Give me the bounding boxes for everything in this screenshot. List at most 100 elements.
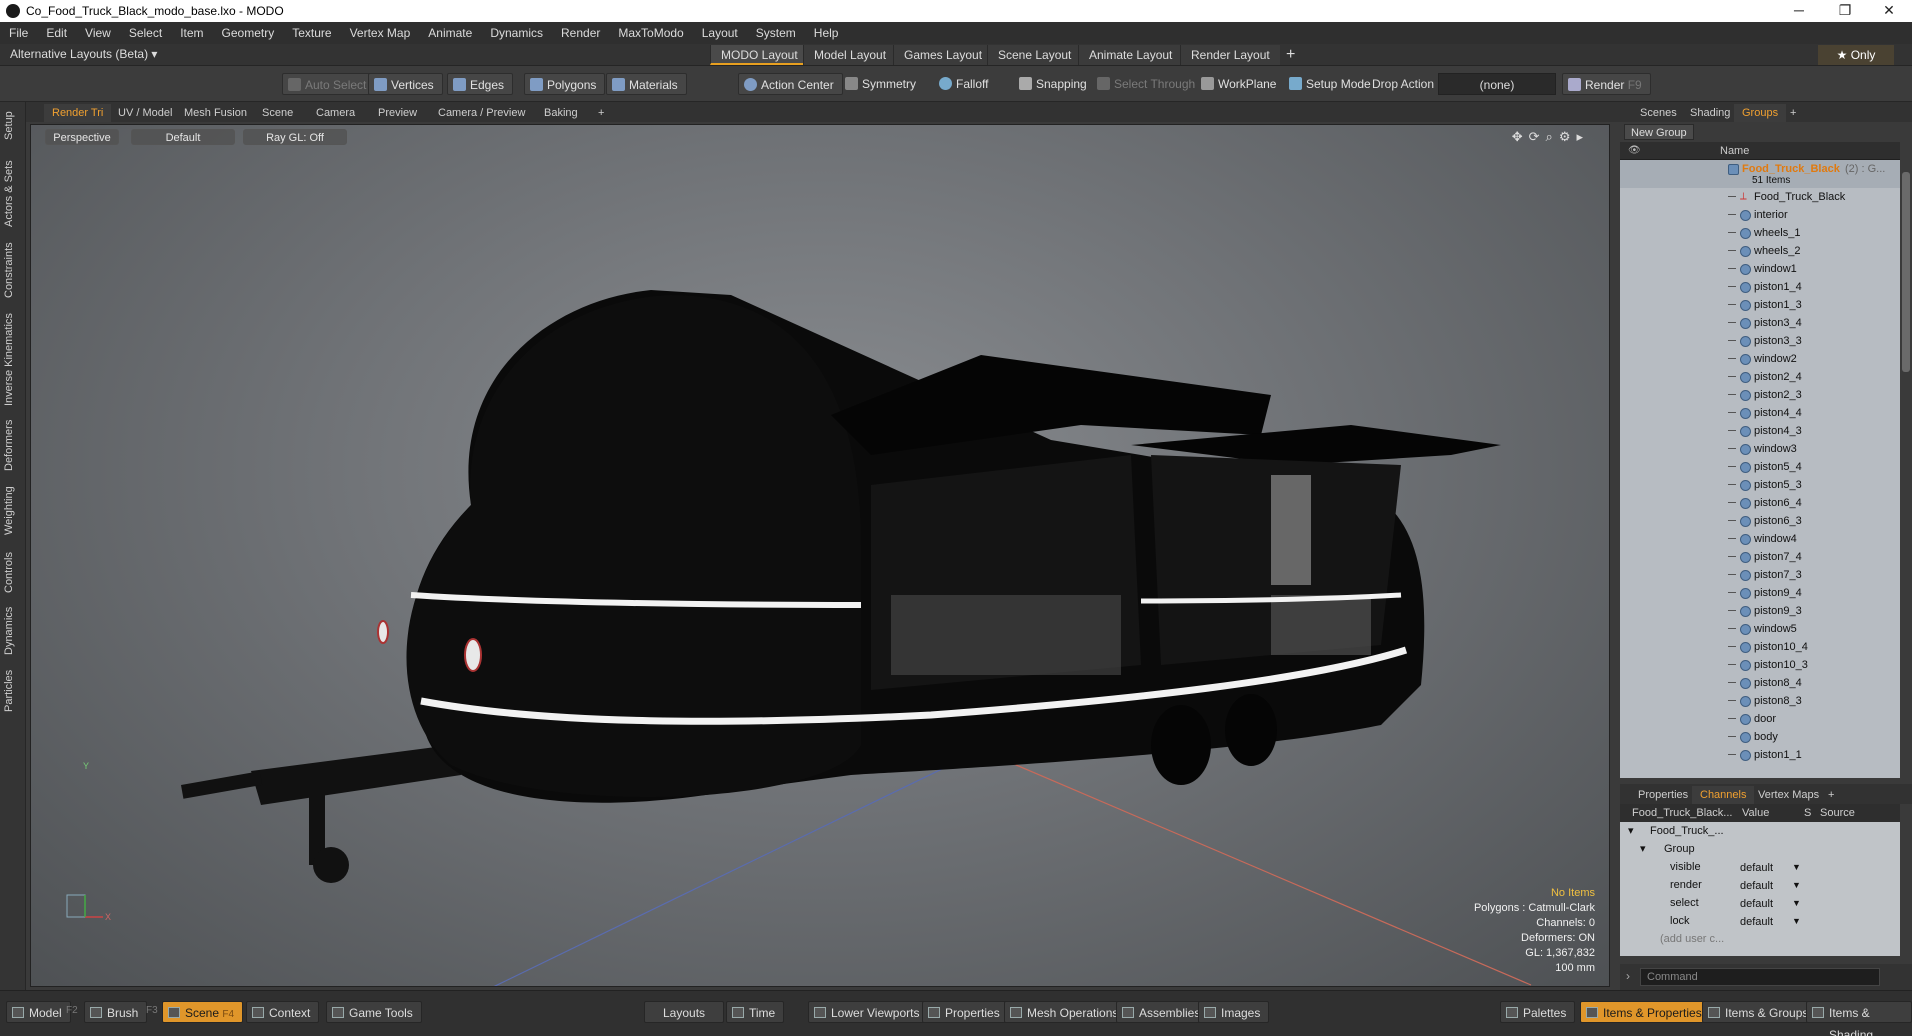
tab-controls[interactable]: Controls	[3, 548, 23, 598]
group-item-row[interactable]: piston1_1	[1620, 746, 1900, 764]
edges-button[interactable]: Edges	[447, 73, 514, 95]
group-item-row[interactable]: piston3_4	[1620, 314, 1900, 332]
add-user-channel-row[interactable]: (add user c...	[1620, 930, 1900, 948]
scene-button[interactable]: Scene F4	[162, 1001, 244, 1023]
game-tools-button[interactable]: Game Tools	[326, 1001, 422, 1023]
group-item-row[interactable]: window5	[1620, 620, 1900, 638]
menu-item[interactable]: Item	[171, 22, 212, 44]
group-item-row[interactable]: body	[1620, 728, 1900, 746]
menu-maxtomodo[interactable]: MaxToModo	[609, 22, 692, 44]
group-item-row[interactable]: piston6_4	[1620, 494, 1900, 512]
group-item-row[interactable]: interior	[1620, 206, 1900, 224]
properties-button[interactable]: Properties	[922, 1001, 1009, 1023]
groups-scroll-thumb[interactable]	[1902, 172, 1910, 372]
alternative-layouts-dropdown[interactable]: Alternative Layouts (Beta) ▾	[10, 47, 157, 61]
dropdown-arrow-icon[interactable]: ▼	[1792, 876, 1801, 894]
menu-view[interactable]: View	[76, 22, 120, 44]
tab-mesh-fusion[interactable]: Mesh Fusion	[176, 104, 255, 122]
model-button[interactable]: Model	[6, 1001, 71, 1023]
add-viewport-tab-button[interactable]: +	[590, 104, 612, 122]
dropdown-arrow-icon[interactable]: ▼	[1792, 858, 1801, 876]
channel-row[interactable]: render default ▼	[1620, 876, 1900, 894]
group-item-row[interactable]: piston4_4	[1620, 404, 1900, 422]
group-item-row[interactable]: window2	[1620, 350, 1900, 368]
materials-button[interactable]: Materials	[606, 73, 687, 95]
auto-select-button[interactable]: Auto Select	[282, 73, 376, 95]
symmetry-button[interactable]: Symmetry	[840, 73, 924, 95]
drop-action-select[interactable]: (none)	[1438, 73, 1556, 95]
group-item-row[interactable]: piston7_3	[1620, 566, 1900, 584]
menu-render[interactable]: Render	[552, 22, 609, 44]
mesh-operations-button[interactable]: Mesh Operations	[1004, 1001, 1128, 1023]
group-item-row[interactable]: piston2_3	[1620, 386, 1900, 404]
menu-vertex-map[interactable]: Vertex Map	[341, 22, 420, 44]
tab-scene[interactable]: Scene	[254, 104, 301, 122]
command-input[interactable]: Command	[1640, 968, 1880, 986]
tab-animate-layout[interactable]: Animate Layout	[1078, 45, 1183, 65]
group-item-row[interactable]: piston5_3	[1620, 476, 1900, 494]
menu-animate[interactable]: Animate	[419, 22, 481, 44]
tab-camera[interactable]: Camera	[308, 104, 363, 122]
tab-weighting[interactable]: Weighting	[3, 480, 23, 542]
close-button[interactable]: ✕	[1866, 0, 1912, 22]
tab-modo-layout[interactable]: MODO Layout	[710, 45, 808, 65]
items-properties-button[interactable]: Items & Properties	[1580, 1001, 1711, 1023]
group-item-row[interactable]: wheels_2	[1620, 242, 1900, 260]
minimize-button[interactable]: ─	[1776, 0, 1822, 22]
tab-dynamics[interactable]: Dynamics	[3, 602, 23, 660]
group-item-row[interactable]: window3	[1620, 440, 1900, 458]
group-item-row[interactable]: piston8_4	[1620, 674, 1900, 692]
tab-particles[interactable]: Particles	[3, 664, 23, 718]
action-center-button[interactable]: Action Center	[738, 73, 843, 95]
tab-constraints[interactable]: Constraints	[3, 238, 23, 302]
context-button[interactable]: Context	[246, 1001, 320, 1023]
tab-baking[interactable]: Baking	[536, 104, 586, 122]
group-item-row[interactable]: piston3_3	[1620, 332, 1900, 350]
group-item-row[interactable]: window1	[1620, 260, 1900, 278]
tab-uv-model[interactable]: UV / Model	[110, 104, 180, 122]
name-column-header[interactable]: Name	[1720, 145, 1749, 157]
tab-setup[interactable]: Setup	[3, 108, 23, 144]
menu-dynamics[interactable]: Dynamics	[481, 22, 552, 44]
channel-row[interactable]: lock default ▼	[1620, 912, 1900, 930]
tab-model-layout[interactable]: Model Layout	[803, 45, 897, 65]
tab-shading[interactable]: Shading	[1682, 104, 1738, 122]
palettes-button[interactable]: Palettes	[1500, 1001, 1576, 1023]
menu-edit[interactable]: Edit	[37, 22, 76, 44]
tab-vertex-maps[interactable]: Vertex Maps	[1750, 786, 1827, 804]
add-properties-tab-button[interactable]: +	[1820, 786, 1842, 804]
menu-help[interactable]: Help	[805, 22, 848, 44]
group-item-row[interactable]: ⟂ Food_Truck_Black	[1620, 188, 1900, 206]
select-through-button[interactable]: Select Through	[1092, 73, 1203, 95]
group-item-row[interactable]: piston10_4	[1620, 638, 1900, 656]
group-item-row[interactable]: door	[1620, 710, 1900, 728]
items-groups-button[interactable]: Items & Groups	[1702, 1001, 1818, 1023]
polygons-button[interactable]: Polygons	[524, 73, 606, 95]
snapping-button[interactable]: Snapping	[1014, 73, 1095, 95]
tab-inverse-kinematics[interactable]: Inverse Kinematics	[3, 310, 23, 410]
tab-camera-preview[interactable]: Camera / Preview	[430, 104, 533, 122]
time-button[interactable]: Time	[726, 1001, 785, 1023]
tab-render-layout[interactable]: Render Layout	[1180, 45, 1280, 65]
menu-layout[interactable]: Layout	[693, 22, 747, 44]
dropdown-arrow-icon[interactable]: ▼	[1792, 894, 1801, 912]
menu-file[interactable]: File	[0, 22, 37, 44]
tab-deformers[interactable]: Deformers	[3, 416, 23, 474]
workplane-button[interactable]: WorkPlane	[1196, 73, 1284, 95]
add-panel-tab-button[interactable]: +	[1782, 104, 1804, 122]
dropdown-arrow-icon[interactable]: ▼	[1792, 912, 1801, 930]
expand-arrow-icon[interactable]: ▾	[1628, 822, 1634, 840]
tab-properties[interactable]: Properties	[1630, 786, 1696, 804]
tab-actors-sets[interactable]: Actors & Sets	[3, 158, 23, 230]
layouts-button[interactable]: Layouts	[644, 1001, 725, 1023]
tab-scene-layout[interactable]: Scene Layout	[987, 45, 1082, 65]
group-item-row[interactable]: piston4_3	[1620, 422, 1900, 440]
group-item-row[interactable]: wheels_1	[1620, 224, 1900, 242]
tab-groups[interactable]: Groups	[1734, 104, 1787, 122]
menu-system[interactable]: System	[747, 22, 805, 44]
maximize-button[interactable]: ❐	[1822, 0, 1868, 22]
add-layout-button[interactable]: +	[1276, 45, 1305, 65]
group-item-row[interactable]: piston9_3	[1620, 602, 1900, 620]
vertices-button[interactable]: Vertices	[368, 73, 443, 95]
expand-arrow-icon[interactable]: ▾	[1640, 840, 1646, 858]
